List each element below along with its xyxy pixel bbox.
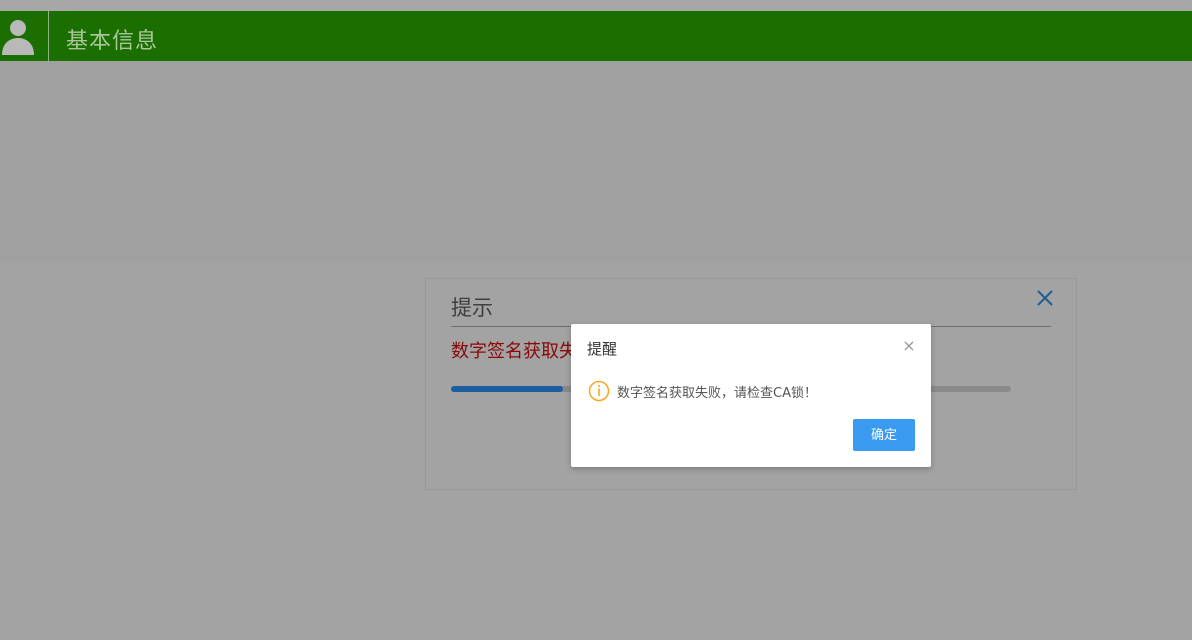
content-area: [0, 61, 1192, 263]
page: 基本信息 提示 数字签名获取失 提醒 × 数字签名获取失败，请检查CA锁！ 确定: [0, 0, 1192, 640]
header-divider: [48, 11, 49, 61]
top-strip: [0, 0, 1192, 11]
close-icon[interactable]: [1036, 289, 1054, 307]
dialog-message: 数字签名获取失败，请检查CA锁！: [617, 386, 817, 401]
user-silhouette-icon: [2, 20, 34, 55]
prompt-message: 数字签名获取失: [451, 341, 571, 362]
confirm-button[interactable]: 确定: [853, 419, 915, 451]
close-icon[interactable]: ×: [901, 338, 917, 354]
alert-dialog: 提醒 × 数字签名获取失败，请检查CA锁！ 确定: [571, 324, 931, 467]
dialog-title: 提醒: [587, 340, 618, 358]
progress-fill: [451, 386, 563, 392]
prompt-title: 提示: [451, 296, 493, 320]
warning-circle-icon: [588, 380, 610, 402]
page-title: 基本信息: [66, 29, 159, 54]
header-bar: 基本信息: [0, 11, 1192, 61]
